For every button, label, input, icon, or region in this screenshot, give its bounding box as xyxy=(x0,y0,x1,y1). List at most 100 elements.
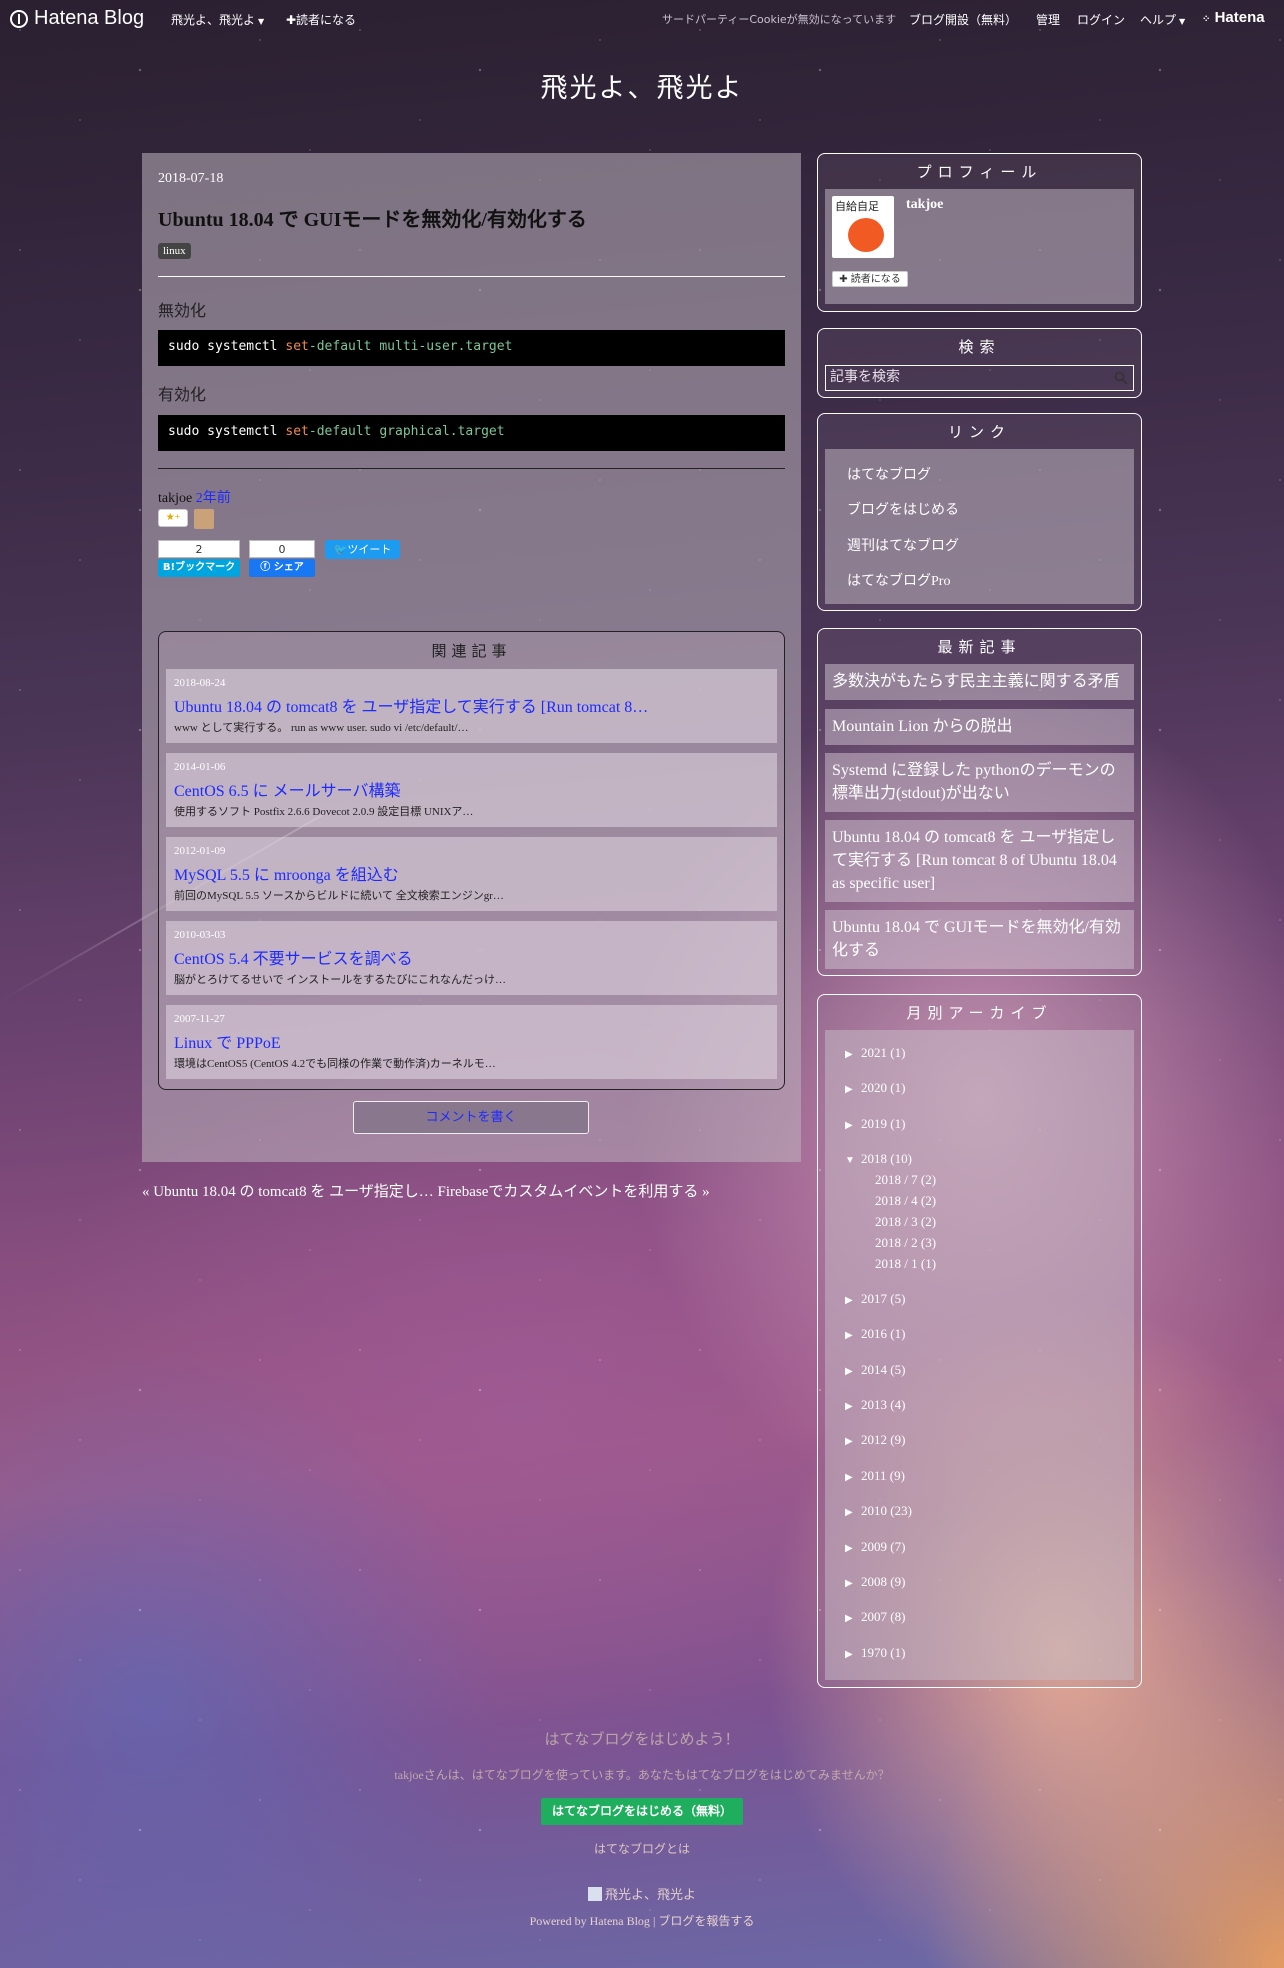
hatena-label: Hatena xyxy=(1214,9,1265,26)
sidebar-link[interactable]: はてなブログ xyxy=(847,464,931,484)
archive-year[interactable]: ▶ 2010 (23) xyxy=(845,1503,912,1519)
star-user-avatar[interactable] xyxy=(194,509,214,529)
archive-year[interactable]: ▶ 2017 (5) xyxy=(845,1291,905,1307)
blog-favicon-icon xyxy=(587,1887,602,1901)
archive-month[interactable]: 2018 / 2 (3) xyxy=(875,1235,936,1251)
archive-year[interactable]: ▶ 2011 (9) xyxy=(845,1468,905,1484)
archive-year[interactable]: ▶ 2008 (9) xyxy=(845,1574,905,1590)
triangle-right-icon: ▶ xyxy=(845,1578,853,1589)
write-comment-button[interactable]: コメントを書く xyxy=(353,1101,589,1134)
triangle-right-icon: ▶ xyxy=(845,1120,853,1131)
archive-year[interactable]: ▶ 2020 (1) xyxy=(845,1080,905,1096)
entry-title[interactable]: Ubuntu 18.04 で GUIモードを無効化/有効化する xyxy=(158,203,587,232)
archive-year[interactable]: ▶ 2019 (1) xyxy=(845,1116,905,1132)
admin-link[interactable]: 管理 xyxy=(1036,11,1060,28)
next-entry-link[interactable]: Firebaseでカスタムイベントを利用する » xyxy=(438,1184,710,1200)
archive-year-label: 2009 (7) xyxy=(861,1539,906,1554)
tweet-label: ツイート xyxy=(347,543,392,556)
archive-year[interactable]: ▶ 2016 (1) xyxy=(845,1326,905,1342)
archive-month[interactable]: 2018 / 4 (2) xyxy=(875,1193,936,1209)
author-name[interactable]: takjoe xyxy=(158,491,192,506)
global-header: Hatena Blog 飛光よ、飛光よ ▼ ✚読者になる サードパーティーCook… xyxy=(0,0,1284,36)
archive-year[interactable]: ▶ 1970 (1) xyxy=(845,1645,905,1661)
recent-entry-link[interactable]: Systemd に登録した pythonのデーモンの標準出力(stdout)が出… xyxy=(825,753,1134,812)
report-blog-link[interactable]: ブログを報告する xyxy=(658,1914,754,1928)
hatena-menu[interactable]: ⁘ Hatena xyxy=(1202,9,1265,26)
archive-year[interactable]: ▶ 2012 (9) xyxy=(845,1432,905,1448)
archive-month[interactable]: 2018 / 7 (2) xyxy=(875,1172,936,1188)
open-blog-link[interactable]: ブログ開設（無料） xyxy=(909,11,1017,28)
related-item[interactable]: 2010-03-03 CentOS 5.4 不要サービスを調べる 脳がとろけてる… xyxy=(166,921,777,995)
recent-entry-link[interactable]: Ubuntu 18.04 の tomcat8 を ユーザ指定して実行する [Ru… xyxy=(825,820,1134,902)
related-item[interactable]: 2018-08-24 Ubuntu 18.04 の tomcat8 を ユーザ指… xyxy=(166,669,777,743)
archive-year[interactable]: ▶ 2007 (8) xyxy=(845,1609,905,1625)
hatena-blog-logo[interactable]: Hatena Blog xyxy=(10,7,144,30)
code-keyword: set xyxy=(285,339,309,354)
archive-year[interactable]: ▶ 2009 (7) xyxy=(845,1539,905,1555)
cookie-notice[interactable]: サードパーティーCookieが無効になっています xyxy=(662,11,896,27)
about-hatena-blog-link[interactable]: はてなブログとは xyxy=(0,1840,1284,1857)
archive-year[interactable]: ▶ 2013 (4) xyxy=(845,1397,905,1413)
start-blog-button[interactable]: はてなブログをはじめる（無料） xyxy=(541,1798,743,1825)
login-link[interactable]: ログイン xyxy=(1077,11,1125,28)
hatena-bookmark-button[interactable]: B!ブックマーク xyxy=(158,559,240,577)
caret-down-icon: ▼ xyxy=(1179,17,1186,26)
related-link[interactable]: CentOS 6.5 に メールサーバ構築 xyxy=(174,777,401,801)
links-body: はてなブログ ブログをはじめる 週刊はてなブログ はてなブログPro xyxy=(825,449,1134,604)
search-input[interactable] xyxy=(825,365,1134,391)
category-tag[interactable]: linux xyxy=(158,243,191,259)
recent-entry-link[interactable]: 多数決がもたらす民主主義に関する矛盾 xyxy=(825,664,1134,700)
links-module: リンク はてなブログ ブログをはじめる 週刊はてなブログ はてなブログPro xyxy=(817,413,1142,611)
powered-by-link[interactable]: Powered by Hatena Blog xyxy=(530,1914,650,1928)
related-item[interactable]: 2007-11-27 Linux で PPPoE 環境はCentOS5 (Cen… xyxy=(166,1005,777,1079)
archive-year[interactable]: ▶ 2014 (5) xyxy=(845,1362,905,1378)
avatar-text: 自給自足 xyxy=(835,200,879,213)
recent-entry-link[interactable]: Ubuntu 18.04 で GUIモードを無効化/有効化する xyxy=(825,910,1134,969)
sidebar-link[interactable]: 週刊はてなブログ xyxy=(847,535,959,555)
archive-year-label: 1970 (1) xyxy=(861,1645,906,1660)
archive-month[interactable]: 2018 / 3 (2) xyxy=(875,1214,936,1230)
related-link[interactable]: CentOS 5.4 不要サービスを調べる xyxy=(174,945,413,969)
archive-title: 月別アーカイブ xyxy=(906,1006,1053,1022)
recent-entry-link[interactable]: Mountain Lion からの脱出 xyxy=(825,709,1134,745)
profile-avatar[interactable]: 自給自足 xyxy=(832,196,894,258)
blog-title[interactable]: 飛光よ、飛光よ xyxy=(0,66,1284,105)
code-cmd: sudo systemctl xyxy=(168,424,286,439)
related-date: 2014-01-06 xyxy=(174,761,226,773)
archive-month[interactable]: 2018 / 1 (1) xyxy=(875,1256,936,1272)
facebook-share-button[interactable]: ⓕ シェア xyxy=(249,559,315,577)
promo-title: はてなブログをはじめよう！ xyxy=(544,1732,740,1748)
entry-permalink[interactable]: 2年前 xyxy=(196,491,231,506)
sidebar-link[interactable]: ブログをはじめる xyxy=(847,499,959,519)
related-item[interactable]: 2014-01-06 CentOS 6.5 に メールサーバ構築 使用するソフト… xyxy=(166,753,777,827)
footer-powered: Powered by Hatena Blog | ブログを報告する xyxy=(529,1914,755,1928)
footer-blog-name[interactable]: 飛光よ、飛光よ xyxy=(0,1884,1284,1903)
related-link[interactable]: MySQL 5.5 に mroonga を組込む xyxy=(174,861,399,885)
triangle-right-icon: ▶ xyxy=(845,1295,853,1306)
blog-menu[interactable]: 飛光よ、飛光よ ▼ xyxy=(171,11,264,28)
add-star-button[interactable]: ★+ xyxy=(158,509,188,527)
code-target: multi-user.target xyxy=(379,339,513,354)
facebook-share-label: シェア xyxy=(273,562,304,573)
help-menu[interactable]: ヘルプ ▼ xyxy=(1140,11,1185,28)
related-date: 2007-11-27 xyxy=(174,1013,225,1025)
prev-entry-link[interactable]: « Ubuntu 18.04 の tomcat8 を ユーザ指定し… xyxy=(142,1184,434,1200)
related-link[interactable]: Ubuntu 18.04 の tomcat8 を ユーザ指定して実行する [Ru… xyxy=(174,693,648,717)
logo-text: Hatena Blog xyxy=(34,7,145,29)
follow-button[interactable]: ✚ 読者になる xyxy=(832,271,908,287)
tweet-button[interactable]: 🐦ツイート xyxy=(325,540,400,559)
sidebar-link[interactable]: はてなブログPro xyxy=(847,570,950,590)
profile-name[interactable]: takjoe xyxy=(906,197,943,213)
subscribe-link[interactable]: ✚読者になる xyxy=(286,11,356,28)
entry-date[interactable]: 2018-07-18 xyxy=(158,171,223,187)
triangle-right-icon: ▶ xyxy=(845,1084,853,1095)
related-link[interactable]: Linux で PPPoE xyxy=(174,1029,281,1053)
archive-year[interactable]: ▼ 2018 (10) xyxy=(845,1151,912,1167)
triangle-right-icon: ▶ xyxy=(845,1507,853,1518)
archive-year[interactable]: ▶ 2021 (1) xyxy=(845,1045,905,1061)
search-icon[interactable] xyxy=(1114,371,1128,385)
related-item[interactable]: 2012-01-09 MySQL 5.5 に mroonga を組込む 前回のM… xyxy=(166,837,777,911)
triangle-down-icon: ▼ xyxy=(845,1155,855,1166)
related-title: 関連記事 xyxy=(431,644,512,660)
related-snippet: 使用するソフト Postfix 2.6.6 Dovecot 2.0.9 設定目標… xyxy=(174,806,474,818)
